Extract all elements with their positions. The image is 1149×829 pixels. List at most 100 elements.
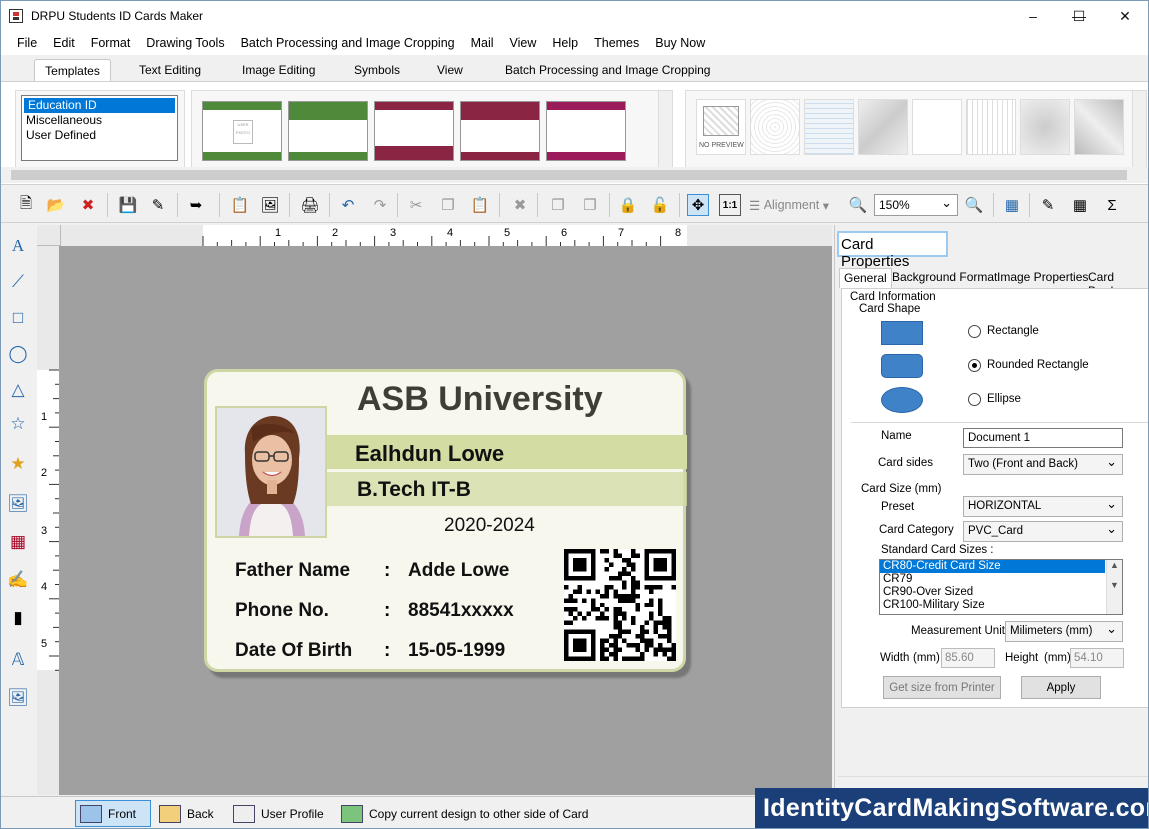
back-button[interactable]: Back	[155, 800, 225, 827]
tab-card-border[interactable]: Card Border	[1084, 268, 1148, 298]
unlock-icon[interactable]: 🔓	[649, 194, 671, 216]
get-size-from-printer-button[interactable]: Get size from Printer	[883, 676, 1001, 699]
background-thumb[interactable]	[1020, 99, 1070, 155]
field-value[interactable]: 15-05-1999	[408, 640, 505, 662]
library-tool-icon[interactable]: ▦	[7, 531, 29, 553]
size-item[interactable]: CR79	[880, 573, 1122, 586]
background-thumb[interactable]	[1074, 99, 1124, 155]
bring-front-icon[interactable]: ❐	[547, 194, 569, 216]
tab-general[interactable]: General	[839, 268, 892, 288]
university-name[interactable]: ASB University	[357, 380, 603, 419]
template-thumb[interactable]	[460, 101, 540, 161]
category-item[interactable]: User Defined	[22, 128, 177, 143]
star-tool-icon[interactable]: ☆	[7, 413, 29, 435]
template-thumb[interactable]: USER PHOTO	[202, 101, 282, 161]
menu-view[interactable]: View	[502, 36, 545, 50]
grid-icon[interactable]: ▦	[1001, 194, 1023, 216]
send-back-icon[interactable]: ❐	[579, 194, 601, 216]
redo-icon[interactable]: ↷	[369, 194, 391, 216]
zoom-in-icon[interactable]: 🔍	[847, 194, 869, 216]
photo-tool-icon[interactable]: 🖼	[7, 687, 29, 709]
print-icon[interactable]: 🖨	[299, 194, 321, 216]
save-icon[interactable]: 💾	[117, 194, 139, 216]
template-thumb[interactable]	[546, 101, 626, 161]
paste-icon[interactable]: 📋	[469, 194, 491, 216]
tab-templates[interactable]: Templates	[34, 59, 111, 81]
fit-to-window-icon[interactable]: ✥	[687, 194, 709, 216]
edit-chart-icon[interactable]: ✎	[1037, 194, 1059, 216]
standard-sizes-list[interactable]: CR80-Credit Card Size CR79 CR90-Over Siz…	[879, 559, 1123, 615]
id-card[interactable]: ASB University Ealhdun Lowe B.Tech IT-B …	[204, 369, 687, 672]
new-icon[interactable]: 🗎	[15, 194, 37, 216]
design-canvas[interactable]: 1 2 3 4 5 6 7 8 1 2 3 4 5 ASB University	[37, 225, 832, 795]
ribbon-hscrollbar[interactable]	[1, 167, 1148, 183]
field-label[interactable]: Date Of Birth	[235, 640, 352, 662]
image-tool-icon[interactable]: 🖼	[7, 493, 29, 515]
background-thumb[interactable]: NO PREVIEW	[696, 99, 746, 155]
cut-icon[interactable]: ✂	[405, 194, 427, 216]
zoom-out-icon[interactable]: 🔍	[963, 194, 985, 216]
category-item[interactable]: Education ID	[24, 98, 175, 113]
rectangle-radio[interactable]	[968, 325, 981, 338]
student-course[interactable]: B.Tech IT-B	[357, 478, 471, 502]
ellipse-option-label[interactable]: Ellipse	[987, 393, 1021, 405]
preset-select[interactable]: HORIZONTAL	[963, 496, 1123, 517]
save-as-icon[interactable]: ✎	[147, 194, 169, 216]
qr-code[interactable]	[564, 549, 676, 661]
student-name[interactable]: Ealhdun Lowe	[355, 441, 504, 467]
copy-icon[interactable]: ❐	[437, 194, 459, 216]
field-label[interactable]: Phone No.	[235, 600, 329, 622]
width-spinner[interactable]: 85.60	[941, 648, 995, 668]
alignment-dropdown[interactable]: ☰ Alignment ▾	[749, 194, 839, 216]
sizes-scrollbar[interactable]: ▲ ▼	[1106, 560, 1122, 614]
menu-format[interactable]: Format	[83, 36, 139, 50]
apply-button[interactable]: Apply	[1021, 676, 1101, 699]
sigma-icon[interactable]: Σ	[1101, 194, 1123, 216]
menu-edit[interactable]: Edit	[45, 36, 83, 50]
tab-image-editing[interactable]: Image Editing	[242, 59, 315, 81]
template-thumb[interactable]	[288, 101, 368, 161]
size-item[interactable]: CR90-Over Sized	[880, 586, 1122, 599]
student-photo[interactable]	[215, 406, 327, 538]
tab-batch-processing[interactable]: Batch Processing and Image Cropping	[505, 59, 710, 81]
field-label[interactable]: Father Name	[235, 560, 350, 582]
background-thumb[interactable]	[804, 99, 854, 155]
background-thumb[interactable]	[966, 99, 1016, 155]
line-tool-icon[interactable]: ⟋	[7, 271, 29, 293]
ellipse-tool-icon[interactable]: ◯	[7, 343, 29, 365]
zoom-select[interactable]: 150%	[874, 194, 958, 216]
background-scrollbar[interactable]	[1132, 91, 1146, 171]
export-icon[interactable]: ➥	[185, 194, 207, 216]
text-tool-icon[interactable]: A	[7, 235, 29, 257]
background-thumb[interactable]	[912, 99, 962, 155]
card-sides-select[interactable]: Two (Front and Back)	[963, 454, 1123, 475]
menu-help[interactable]: Help	[544, 36, 586, 50]
background-thumb[interactable]	[858, 99, 908, 155]
rectangle-tool-icon[interactable]: □	[7, 307, 29, 329]
study-years[interactable]: 2020-2024	[444, 515, 535, 537]
copy-design-button[interactable]: Copy current design to other side of Car…	[337, 800, 637, 827]
rectangle-option-label[interactable]: Rectangle	[987, 325, 1039, 337]
excel-icon[interactable]: ▦	[1069, 194, 1091, 216]
signature-tool-icon[interactable]: ✍	[7, 569, 29, 591]
category-list[interactable]: Education ID Miscellaneous User Defined	[21, 95, 178, 161]
properties-icon[interactable]: 📋	[229, 194, 251, 216]
close-doc-icon[interactable]: ✖	[77, 194, 99, 216]
measurement-unit-select[interactable]: Milimeters (mm)	[1005, 621, 1123, 642]
card-category-select[interactable]: PVC_Card	[963, 521, 1123, 542]
field-value[interactable]: Adde Lowe	[408, 560, 509, 582]
lock-icon[interactable]: 🔒	[617, 194, 639, 216]
triangle-tool-icon[interactable]: △	[7, 379, 29, 401]
maximize-icon[interactable]: ☐	[1056, 1, 1102, 31]
name-input[interactable]: Document 1	[963, 428, 1123, 448]
template-scrollbar[interactable]	[658, 91, 672, 171]
image-icon[interactable]: 🖼	[259, 194, 281, 216]
template-thumb[interactable]	[374, 101, 454, 161]
menu-mail[interactable]: Mail	[463, 36, 502, 50]
size-item[interactable]: CR80-Credit Card Size	[880, 560, 1105, 573]
front-button[interactable]: Front	[75, 800, 151, 827]
menu-file[interactable]: File	[1, 36, 45, 50]
rounded-rectangle-option-label[interactable]: Rounded Rectangle	[987, 359, 1089, 371]
tab-background-format[interactable]: Background Format	[888, 268, 1001, 288]
tab-image-properties[interactable]: Image Properties	[993, 268, 1092, 288]
